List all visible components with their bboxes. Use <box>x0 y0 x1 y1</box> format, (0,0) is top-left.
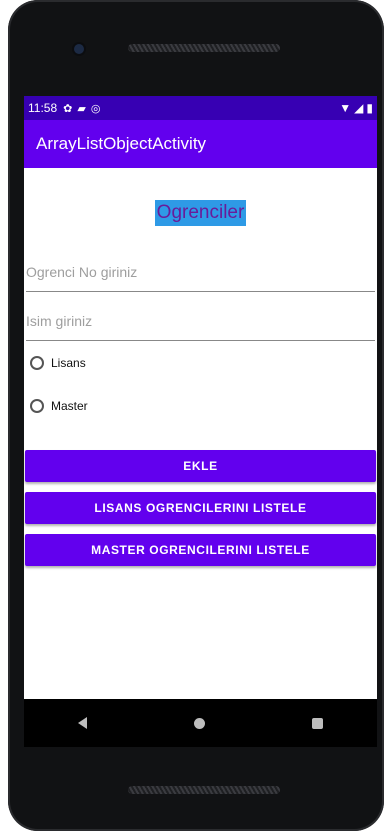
page-heading: Ogrenciler <box>154 200 247 226</box>
settings-icon: ✿ <box>63 102 73 115</box>
list-bachelor-button[interactable]: LISANS OGRENCILERINI LISTELE <box>25 492 376 524</box>
status-time: 11:58 <box>28 101 58 115</box>
wifi-icon: ▼ <box>339 101 352 115</box>
back-icon[interactable] <box>77 717 87 729</box>
name-input[interactable] <box>26 302 375 341</box>
radio-lisans-label: Lisans <box>51 356 86 370</box>
recents-icon[interactable] <box>312 717 324 729</box>
radio-lisans[interactable]: Lisans <box>30 356 86 370</box>
app-bar: ArrayListObjectActivity <box>24 120 377 168</box>
list-master-button[interactable]: MASTER OGRENCILERINI LISTELE <box>25 534 376 566</box>
earpiece-speaker <box>128 44 280 52</box>
radio-unchecked-icon[interactable] <box>30 356 44 370</box>
navigation-bar <box>24 699 377 747</box>
app-title: ArrayListObjectActivity <box>36 134 207 153</box>
data-saver-icon: ◎ <box>90 102 101 115</box>
student-no-input[interactable] <box>26 253 375 292</box>
sd-card-icon: ▰ <box>77 102 86 115</box>
front-camera <box>74 44 84 54</box>
battery-icon: ▮ <box>366 101 373 115</box>
status-right-icons: ▼ ◢ ▮ <box>339 101 373 115</box>
radio-master-label: Master <box>51 399 88 413</box>
home-icon[interactable] <box>193 717 205 729</box>
bottom-speaker <box>128 786 280 794</box>
device-screen: 11:58 ✿ ▰ ◎ ▼ ◢ ▮ ArrayListObjectActivit… <box>24 96 377 699</box>
radio-master[interactable]: Master <box>30 399 88 413</box>
radio-unchecked-icon[interactable] <box>30 399 44 413</box>
status-bar: 11:58 ✿ ▰ ◎ ▼ ◢ ▮ <box>24 96 377 120</box>
heading-container: Ogrenciler <box>24 200 377 226</box>
signal-icon: ◢ <box>354 101 364 115</box>
add-button[interactable]: EKLE <box>25 450 376 482</box>
